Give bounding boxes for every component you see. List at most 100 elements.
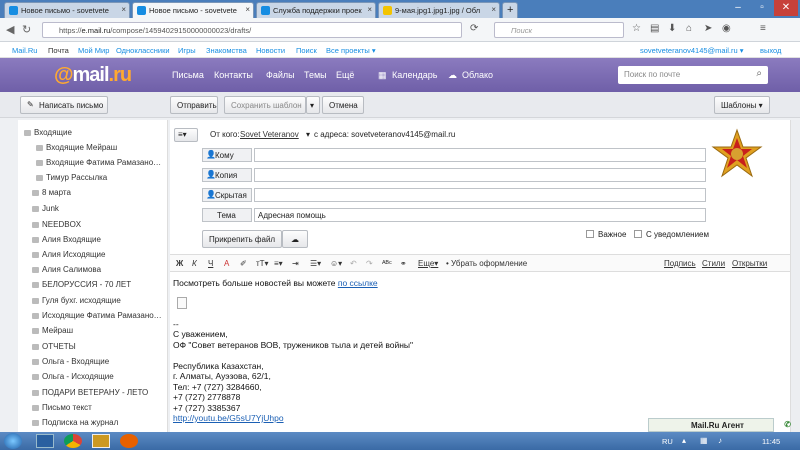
minimize-icon[interactable]: –	[726, 0, 750, 16]
page-scrollbar[interactable]	[790, 120, 800, 432]
portal-link-mailru[interactable]: Mail.Ru	[12, 46, 37, 55]
underline-icon[interactable]: Ч	[208, 259, 213, 268]
portal-link-search[interactable]: Поиск	[296, 46, 317, 55]
chevron-down-icon[interactable]: ▾	[306, 130, 310, 139]
mailru-logo[interactable]: @mail.ru	[54, 64, 132, 87]
signature-link[interactable]: Подпись	[664, 259, 696, 268]
new-tab-button[interactable]: +	[502, 2, 518, 18]
nav-contacts[interactable]: Контакты	[214, 70, 253, 80]
calendar-icon[interactable]: ▦	[378, 70, 387, 81]
portal-link-mail[interactable]: Почта	[48, 46, 69, 55]
folder-item[interactable]: 8 марта	[32, 188, 71, 202]
to-button[interactable]: 👤 Кому	[202, 148, 252, 162]
bold-icon[interactable]: Ж	[176, 259, 183, 268]
portal-link-ok[interactable]: Одноклассники	[116, 46, 170, 55]
nav-calendar[interactable]: Календарь	[392, 70, 437, 80]
cc-button[interactable]: 👤 Копия	[202, 168, 252, 182]
menu-icon[interactable]: ≡	[760, 23, 766, 34]
close-icon[interactable]: ×	[121, 5, 126, 14]
align-icon[interactable]: ≡▾	[274, 259, 283, 268]
link-icon[interactable]: ⚭	[400, 259, 407, 268]
important-checkbox[interactable]	[586, 230, 594, 238]
highlight-icon[interactable]: ✐	[240, 259, 247, 268]
browser-search-input[interactable]: Поиск	[494, 22, 624, 38]
mailru-agent-widget[interactable]: Mail.Ru Агент ✆	[648, 418, 791, 432]
bookmark-icon[interactable]: ▤	[650, 23, 659, 34]
bcc-field[interactable]	[254, 188, 706, 202]
styles-link[interactable]: Стили	[702, 259, 725, 268]
bcc-button[interactable]: 👤 Скрытая	[202, 188, 252, 202]
more-button[interactable]: Еще▾	[418, 259, 438, 268]
account-email[interactable]: sovetveteranov4145@mail.ru ▾	[640, 46, 744, 55]
folder-taskbar-icon[interactable]	[92, 434, 110, 448]
close-icon[interactable]: ×	[491, 5, 496, 14]
cloud-attach-icon[interactable]: ☁	[282, 230, 308, 248]
redo-icon[interactable]: ↷	[366, 259, 373, 268]
close-window-icon[interactable]: ✕	[774, 0, 798, 16]
mail-search-input[interactable]: Поиск по почте ⌕	[618, 66, 768, 84]
start-button-icon[interactable]	[4, 433, 22, 449]
folder-item[interactable]: ОТЧЕТЫ	[32, 342, 76, 356]
network-icon[interactable]: ▦	[700, 436, 708, 445]
browser-tab-2[interactable]: Новое письмо - sovetvete ×	[132, 2, 254, 18]
folder-item[interactable]: Мейраш	[32, 326, 73, 340]
save-template-button[interactable]: Сохранить шаблон	[224, 96, 306, 114]
message-body[interactable]: Посмотреть больше новостей вы можете по …	[173, 278, 413, 424]
folder-inbox[interactable]: Входящие	[24, 128, 72, 142]
phone-icon[interactable]: ✆	[784, 420, 791, 429]
italic-icon[interactable]: К	[192, 259, 197, 268]
logout-link[interactable]: выход	[760, 46, 781, 55]
chrome-taskbar-icon[interactable]	[64, 434, 82, 448]
to-field[interactable]	[254, 148, 706, 162]
star-icon[interactable]: ☆	[632, 23, 641, 34]
nav-themes[interactable]: Темы	[304, 70, 327, 80]
news-link[interactable]: по ссылке	[338, 278, 378, 288]
portal-link-dating[interactable]: Знакомства	[206, 46, 247, 55]
maximize-icon[interactable]: ▫	[750, 0, 774, 16]
folder-item[interactable]: БЕЛОРУССИЯ - 70 ЛЕТ	[32, 280, 131, 294]
refresh-icon[interactable]: ⟳	[470, 23, 478, 34]
indent-icon[interactable]: ⇥	[292, 259, 299, 268]
extension-icon[interactable]: ◉	[722, 23, 731, 34]
home-icon[interactable]: ⌂	[686, 23, 692, 34]
nav-letters[interactable]: Письма	[172, 70, 204, 80]
folder-item[interactable]: Входящие Мейраш	[36, 143, 117, 157]
subject-field[interactable]: Адресная помощь	[254, 208, 706, 222]
browser-tab-4[interactable]: 9-мая.jpg1.jpg1.jpg / Обл ×	[378, 2, 500, 18]
close-icon[interactable]: ×	[245, 5, 250, 14]
list-icon[interactable]: ☰▾	[310, 259, 321, 268]
tray-flag-icon[interactable]: ▴	[682, 436, 686, 445]
folder-item[interactable]: Алия Салимова	[32, 265, 101, 279]
folder-item[interactable]: Алия Исходящие	[32, 250, 105, 264]
portal-link-news[interactable]: Новости	[256, 46, 285, 55]
nav-cloud[interactable]: Облако	[462, 70, 493, 80]
notify-checkbox[interactable]	[634, 230, 642, 238]
from-name-select[interactable]: Sovet Veteranov	[240, 130, 299, 139]
emoji-icon[interactable]: ☺▾	[330, 259, 342, 268]
browser-tab-3[interactable]: Служба поддержки проек ×	[256, 2, 376, 18]
font-size-icon[interactable]: тТ▾	[256, 259, 269, 268]
folder-item[interactable]: Ольга - Исходящие	[32, 372, 114, 386]
folder-item[interactable]: Гуля бухг. исходящие	[32, 296, 121, 310]
browser-tab-1[interactable]: Новое письмо - sovetvete ×	[4, 2, 130, 18]
folder-item[interactable]: Алия Входящие	[32, 235, 101, 249]
avatar[interactable]	[710, 128, 764, 182]
nav-more[interactable]: Ещё	[336, 70, 354, 80]
share-icon[interactable]: ➤	[704, 23, 712, 34]
folder-item[interactable]: Тимур Рассылка	[36, 173, 107, 187]
folder-item[interactable]: Подписка на журнал	[32, 418, 118, 432]
portal-link-all-projects[interactable]: Все проекты ▾	[326, 46, 376, 55]
folder-item[interactable]: NEEDBOX	[32, 220, 81, 234]
folder-item[interactable]: Junk	[32, 204, 59, 218]
url-input[interactable]: https://e.mail.ru/compose/14594029150000…	[42, 22, 462, 38]
folder-item[interactable]: ПОДАРИ ВЕТЕРАНУ - ЛЕТО	[32, 388, 148, 402]
portal-link-mymir[interactable]: Мой Мир	[78, 46, 109, 55]
volume-icon[interactable]: ♪	[718, 436, 722, 445]
menu-toggle-icon[interactable]: ≡▾	[174, 128, 198, 142]
send-button[interactable]: Отправить	[170, 96, 218, 114]
nav-files[interactable]: Файлы	[266, 70, 295, 80]
templates-button[interactable]: Шаблоны ▾	[714, 96, 770, 114]
cc-field[interactable]	[254, 168, 706, 182]
remove-format-button[interactable]: • Убрать оформление	[446, 259, 527, 268]
back-icon[interactable]: ◀	[6, 23, 14, 36]
